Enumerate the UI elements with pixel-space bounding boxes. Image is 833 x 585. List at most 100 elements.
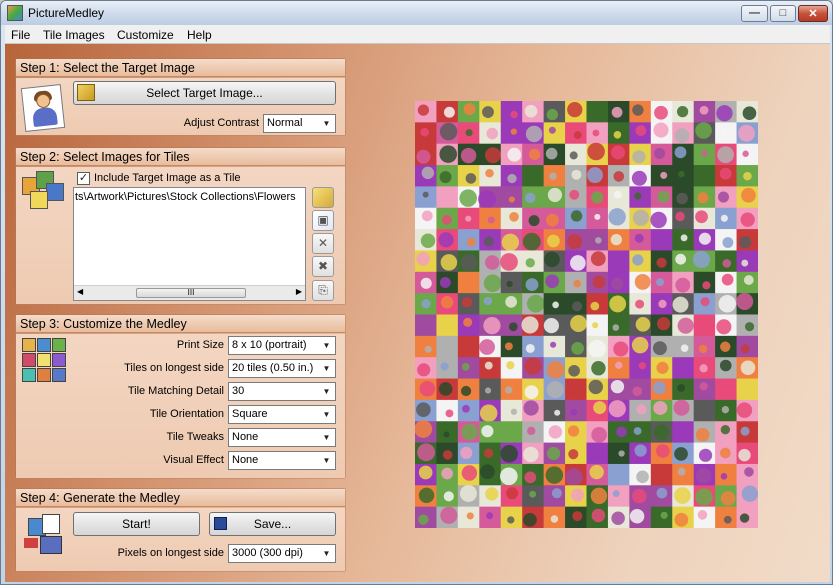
- mosaic-flower: [723, 384, 734, 395]
- save-button[interactable]: Save...: [209, 512, 336, 536]
- mosaic-flower: [720, 128, 728, 136]
- menu-tile-images[interactable]: Tile Images: [43, 28, 105, 42]
- select-target-image-button[interactable]: Select Target Image...: [73, 81, 336, 105]
- visual-effect-select[interactable]: None ▼: [228, 451, 336, 470]
- mosaic-flower: [674, 146, 687, 159]
- mosaic-flower: [466, 512, 474, 520]
- tiles-longest-side-label: Tiles on longest side: [124, 362, 224, 374]
- list-item[interactable]: ts\Artwork\Pictures\Stock Collections\Fl…: [75, 191, 296, 203]
- mosaic-flower: [720, 447, 731, 459]
- mosaic-flower: [657, 190, 670, 203]
- maximize-button[interactable]: □: [770, 5, 796, 22]
- chevron-down-icon: ▼: [322, 387, 331, 396]
- mosaic-flower: [507, 516, 515, 524]
- tile-orientation-select[interactable]: Square ▼: [228, 405, 336, 424]
- mosaic-flower: [587, 167, 603, 184]
- paste-button[interactable]: ⎘: [312, 280, 334, 301]
- mosaic-flower: [482, 106, 494, 118]
- mosaic-flower: [422, 191, 429, 198]
- mosaic-flower: [506, 280, 513, 288]
- menu-help[interactable]: Help: [187, 28, 212, 42]
- tile-orientation-label: Tile Orientation: [149, 408, 224, 420]
- mosaic-flower: [546, 381, 564, 399]
- step3-title: Step 3: Customize the Medley: [20, 317, 187, 331]
- mosaic-flower: [441, 214, 452, 225]
- mosaic-flower: [743, 275, 754, 285]
- mosaic-flower: [632, 150, 646, 164]
- include-target-checkbox[interactable]: ✓: [77, 172, 90, 185]
- mosaic-flower: [571, 169, 582, 180]
- start-button[interactable]: Start!: [73, 512, 200, 536]
- mosaic-flower: [424, 345, 432, 353]
- save-button-label: Save...: [253, 517, 292, 531]
- mosaic-flower: [486, 127, 499, 140]
- mosaic-flower: [677, 467, 686, 476]
- mosaic-flower: [653, 424, 670, 441]
- mosaic-flower: [590, 251, 606, 267]
- mosaic-flower: [656, 361, 669, 374]
- mosaic-flower: [510, 128, 517, 135]
- tile-tweaks-value: None: [232, 431, 259, 443]
- mosaic-flower: [439, 122, 458, 141]
- mosaic-flower: [487, 216, 495, 224]
- tile-matching-detail-select[interactable]: 30 ▼: [228, 382, 336, 401]
- mosaic-flower: [675, 277, 691, 293]
- add-folder-button[interactable]: [312, 187, 334, 208]
- mosaic-flower: [526, 294, 545, 313]
- mosaic-flower: [570, 488, 585, 502]
- visual-effect-value: None: [232, 454, 259, 466]
- minimize-button[interactable]: —: [741, 5, 768, 22]
- mosaic-flower: [554, 409, 561, 416]
- close-icon: ✕: [808, 8, 818, 20]
- mosaic-flower: [573, 279, 582, 288]
- mosaic-flower: [588, 340, 607, 358]
- mosaic-flower: [440, 194, 448, 202]
- remove-all-button[interactable]: ✖: [312, 256, 334, 277]
- adjust-contrast-value: Normal: [267, 117, 303, 129]
- add-image-button[interactable]: ▣: [312, 210, 334, 231]
- mosaic-flower: [680, 344, 689, 353]
- tile-tweaks-select[interactable]: None ▼: [228, 428, 336, 447]
- step2-panel: Step 2: Select Images for Tiles ✓ Includ…: [15, 147, 346, 305]
- mosaic-flower: [499, 467, 518, 486]
- chevron-down-icon: ▼: [322, 364, 331, 373]
- menu-customize[interactable]: Customize: [117, 28, 174, 42]
- mosaic-flower: [504, 342, 513, 351]
- tiles-longest-side-select[interactable]: 20 tiles (0.50 in.) ▼: [228, 359, 336, 378]
- horizontal-scrollbar[interactable]: ◀ III ▶: [74, 285, 305, 300]
- tile-folders-list[interactable]: ts\Artwork\Pictures\Stock Collections\Fl…: [73, 187, 306, 301]
- mosaic-flower: [479, 404, 498, 422]
- mosaic-flower: [611, 106, 623, 118]
- mosaic-flower: [549, 172, 557, 181]
- tile-tweaks-label: Tile Tweaks: [166, 431, 224, 443]
- mosaic-flower: [418, 514, 429, 525]
- step3-body: Print Size 8 x 10 (portrait) ▼ Tiles on l…: [16, 334, 345, 478]
- mosaic-flower: [738, 236, 752, 249]
- mosaic-flower: [478, 190, 497, 209]
- mosaic-flower: [504, 428, 516, 440]
- mosaic-flower: [742, 106, 757, 121]
- close-button[interactable]: ✕: [798, 5, 828, 22]
- remove-icon: ✕: [317, 236, 329, 250]
- title-bar[interactable]: PictureMedley — □ ✕: [1, 1, 832, 25]
- mosaic-flower: [551, 488, 562, 499]
- mosaic-flower: [736, 402, 753, 418]
- print-size-select[interactable]: 8 x 10 (portrait) ▼: [228, 336, 336, 355]
- mosaic-flower: [590, 301, 600, 311]
- mosaic-flower: [656, 487, 668, 499]
- mosaic-flower: [483, 316, 501, 335]
- scroll-thumb[interactable]: III: [136, 288, 246, 298]
- pixels-longest-side-select[interactable]: 3000 (300 dpi) ▼: [228, 544, 336, 563]
- remove-button[interactable]: ✕: [312, 233, 334, 254]
- scroll-left-icon[interactable]: ◀: [77, 287, 83, 296]
- mosaic-flower: [592, 447, 600, 456]
- scroll-right-icon[interactable]: ▶: [296, 287, 302, 296]
- mosaic-flower: [481, 425, 494, 438]
- tiles-longest-side-value: 20 tiles (0.50 in.): [232, 362, 314, 374]
- mosaic-flower: [744, 322, 755, 332]
- mosaic-flower: [590, 109, 600, 119]
- adjust-contrast-select[interactable]: Normal ▼: [263, 114, 336, 133]
- menu-file[interactable]: File: [11, 28, 30, 42]
- mosaic-flower: [501, 233, 520, 252]
- scroll-thumb-grip: III: [187, 288, 195, 297]
